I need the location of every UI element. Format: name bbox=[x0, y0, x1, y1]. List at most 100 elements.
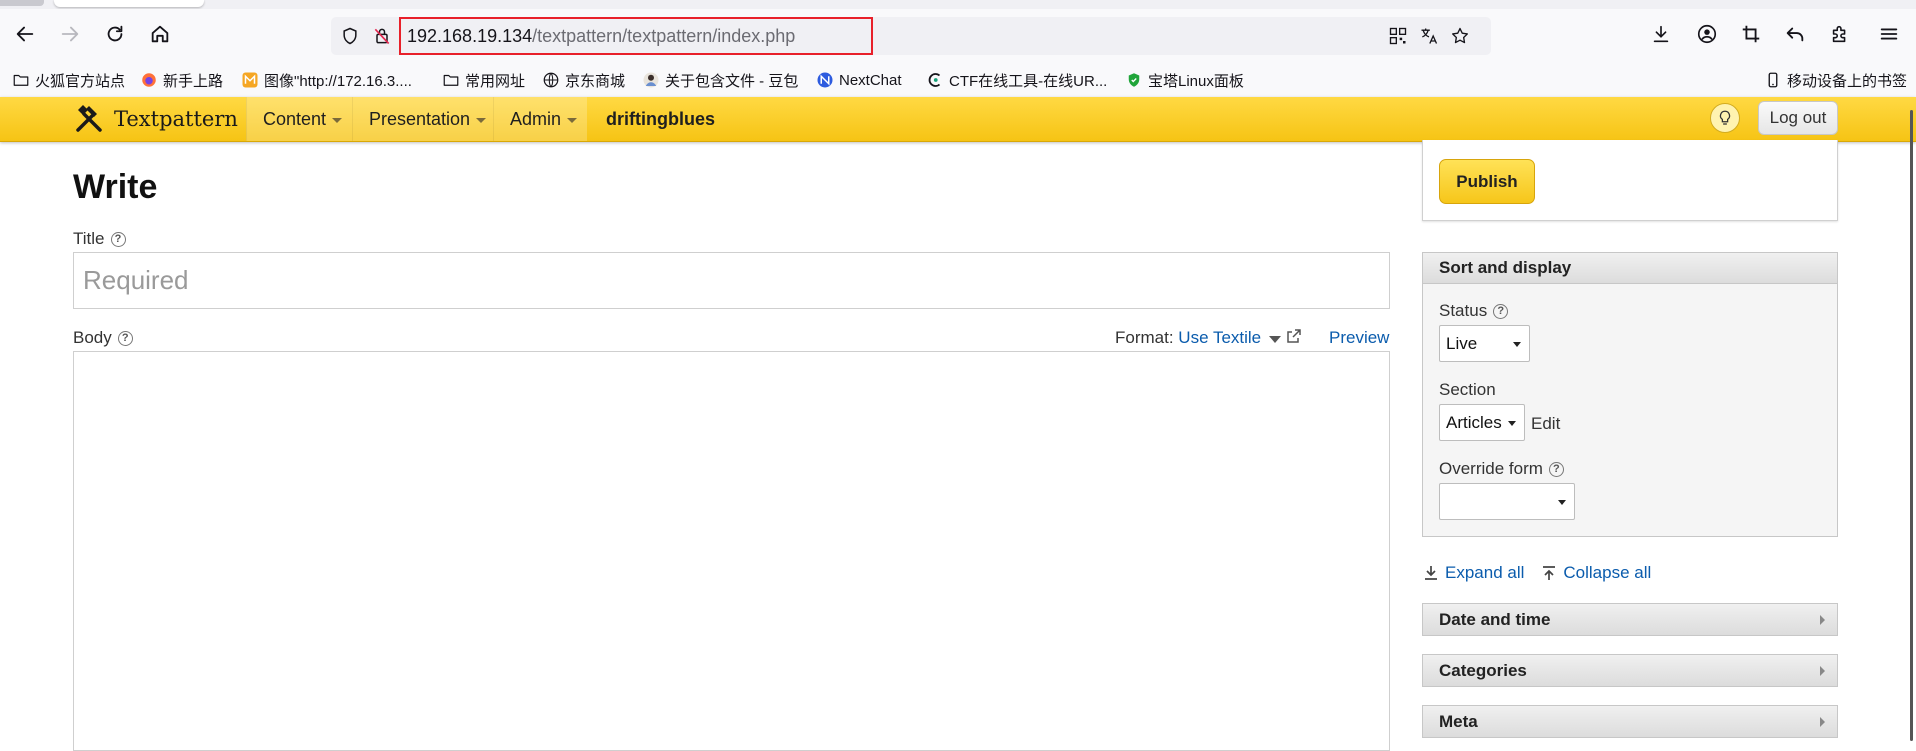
chevron-down-icon bbox=[1558, 500, 1566, 505]
reload-icon bbox=[107, 25, 123, 42]
translate-icon[interactable] bbox=[1418, 25, 1440, 47]
categories-heading[interactable]: Categories bbox=[1423, 655, 1837, 686]
bookmark-item[interactable]: 常用网址 bbox=[442, 69, 525, 91]
screenshot-button[interactable] bbox=[1734, 17, 1768, 51]
help-icon[interactable]: ? bbox=[117, 330, 133, 346]
section-edit-link[interactable]: Edit bbox=[1531, 414, 1560, 434]
shield-icon[interactable] bbox=[339, 25, 361, 47]
help-icon[interactable]: ? bbox=[1548, 461, 1564, 477]
tab-strip bbox=[0, 0, 1916, 9]
section-select[interactable]: Articles bbox=[1439, 404, 1525, 441]
download-icon bbox=[1653, 25, 1669, 43]
downloads-button[interactable] bbox=[1644, 17, 1678, 51]
lightswitch-button[interactable] bbox=[1710, 103, 1740, 133]
arrow-right-icon bbox=[61, 26, 79, 42]
body-textarea[interactable] bbox=[73, 351, 1390, 751]
categories-title: Categories bbox=[1439, 660, 1527, 680]
inactive-tab[interactable] bbox=[0, 0, 44, 6]
status-select[interactable]: Live bbox=[1439, 325, 1530, 362]
preview-link[interactable]: Preview bbox=[1329, 328, 1389, 348]
menu-presentation[interactable]: Presentation bbox=[352, 97, 493, 141]
reload-button[interactable] bbox=[98, 17, 132, 51]
m-badge-icon bbox=[241, 71, 259, 89]
account-button[interactable] bbox=[1690, 17, 1724, 51]
sort-display-heading[interactable]: Sort and display bbox=[1423, 253, 1837, 284]
sort-display-panel: Sort and display Status? Live Section Ar… bbox=[1422, 252, 1838, 537]
mobile-bookmarks[interactable]: 移动设备上的书签 bbox=[1764, 69, 1907, 91]
extensions-button[interactable] bbox=[1823, 17, 1857, 51]
publish-button[interactable]: Publish bbox=[1439, 159, 1535, 204]
expand-collapse-controls: Expand all Collapse all bbox=[1424, 563, 1651, 583]
sort-display-body: Status? Live Section Articles Edit Overr… bbox=[1423, 284, 1837, 536]
active-tab[interactable] bbox=[54, 0, 204, 7]
bookmarks-bar: 火狐官方站点 新手上路 图像"http://172.16.3.... 常用网址 … bbox=[0, 63, 1916, 98]
bookmark-label: 京东商城 bbox=[565, 72, 626, 90]
firefox-icon bbox=[140, 71, 158, 89]
chevron-down-icon[interactable] bbox=[1269, 335, 1282, 343]
expand-all-icon bbox=[1425, 566, 1437, 580]
date-time-panel[interactable]: Date and time bbox=[1422, 603, 1838, 636]
url-text[interactable]: 192.168.19.134/textpattern/textpattern/i… bbox=[407, 26, 795, 46]
override-form-select[interactable] bbox=[1439, 483, 1575, 520]
body-label-text: Body bbox=[73, 328, 112, 347]
bookmark-item[interactable]: 火狐官方站点 bbox=[12, 69, 125, 91]
menu-admin[interactable]: Admin bbox=[493, 97, 587, 141]
crop-icon bbox=[1742, 25, 1760, 43]
insecure-lock-icon[interactable] bbox=[371, 25, 393, 47]
external-link-icon[interactable] bbox=[1287, 328, 1301, 348]
bookmark-label: 常用网址 bbox=[465, 72, 526, 90]
meta-panel[interactable]: Meta bbox=[1422, 705, 1838, 738]
bookmark-label: 宝塔Linux面板 bbox=[1148, 72, 1244, 90]
sort-display-title: Sort and display bbox=[1439, 258, 1572, 277]
lightbulb-icon bbox=[1719, 110, 1731, 125]
expand-all-link[interactable]: Expand all bbox=[1445, 563, 1524, 583]
back-button[interactable] bbox=[8, 17, 42, 51]
bookmark-item[interactable]: CTF在线工具-在线UR... bbox=[926, 69, 1107, 91]
undo-button[interactable] bbox=[1778, 17, 1812, 51]
bookmark-item[interactable]: 京东商城 bbox=[542, 69, 625, 91]
site-name-link[interactable]: driftingblues bbox=[590, 97, 715, 141]
home-button[interactable] bbox=[143, 17, 177, 51]
star-icon[interactable] bbox=[1449, 25, 1471, 47]
format-label: Format: bbox=[1115, 328, 1174, 347]
bookmark-label: 新手上路 bbox=[163, 72, 224, 90]
bookmark-label: NextChat bbox=[839, 71, 902, 89]
collapse-all-link[interactable]: Collapse all bbox=[1563, 563, 1651, 583]
txp-header: Textpattern Content Presentation Admin d… bbox=[0, 97, 1916, 142]
avatar-icon bbox=[642, 71, 660, 89]
title-input[interactable] bbox=[73, 252, 1390, 309]
logout-button[interactable]: Log out bbox=[1758, 101, 1838, 135]
chevron-right-icon bbox=[1820, 615, 1825, 625]
undo-arrow-icon bbox=[1786, 27, 1804, 42]
date-time-heading[interactable]: Date and time bbox=[1423, 604, 1837, 635]
bookmark-item[interactable]: 图像"http://172.16.3.... bbox=[241, 69, 412, 91]
url-bar[interactable]: 192.168.19.134/textpattern/textpattern/i… bbox=[331, 17, 1491, 55]
categories-panel[interactable]: Categories bbox=[1422, 654, 1838, 687]
menu-button[interactable] bbox=[1872, 17, 1906, 51]
page-scrollbar[interactable] bbox=[1910, 110, 1913, 741]
format-value-link[interactable]: Use Textile bbox=[1178, 328, 1261, 348]
menu-content[interactable]: Content bbox=[246, 97, 352, 141]
forward-button[interactable] bbox=[53, 17, 87, 51]
browser-toolbar: 192.168.19.134/textpattern/textpattern/i… bbox=[0, 9, 1916, 63]
arrow-left-icon bbox=[16, 26, 34, 42]
bookmark-item[interactable]: 关于包含文件 - 豆包 bbox=[642, 69, 798, 91]
bookmark-item[interactable]: 新手上路 bbox=[140, 69, 223, 91]
phone-icon bbox=[1764, 71, 1782, 89]
chevron-down-icon bbox=[476, 117, 487, 123]
status-label: Status? bbox=[1439, 301, 1509, 321]
bookmark-item[interactable]: 宝塔Linux面板 bbox=[1125, 69, 1244, 91]
meta-title: Meta bbox=[1439, 711, 1478, 731]
bookmark-label: 图像"http://172.16.3.... bbox=[264, 72, 412, 90]
help-icon[interactable]: ? bbox=[1493, 303, 1509, 319]
meta-heading[interactable]: Meta bbox=[1423, 706, 1837, 737]
override-form-label: Override form? bbox=[1439, 459, 1564, 479]
folder-icon bbox=[12, 71, 30, 89]
account-icon bbox=[1697, 24, 1717, 44]
status-label-text: Status bbox=[1439, 301, 1488, 320]
help-icon[interactable]: ? bbox=[110, 231, 126, 247]
bookmark-item[interactable]: NextChat bbox=[816, 69, 902, 91]
txp-logo[interactable]: Textpattern bbox=[72, 103, 238, 135]
publish-panel: Publish bbox=[1422, 140, 1838, 221]
qr-code-icon[interactable] bbox=[1387, 25, 1409, 47]
